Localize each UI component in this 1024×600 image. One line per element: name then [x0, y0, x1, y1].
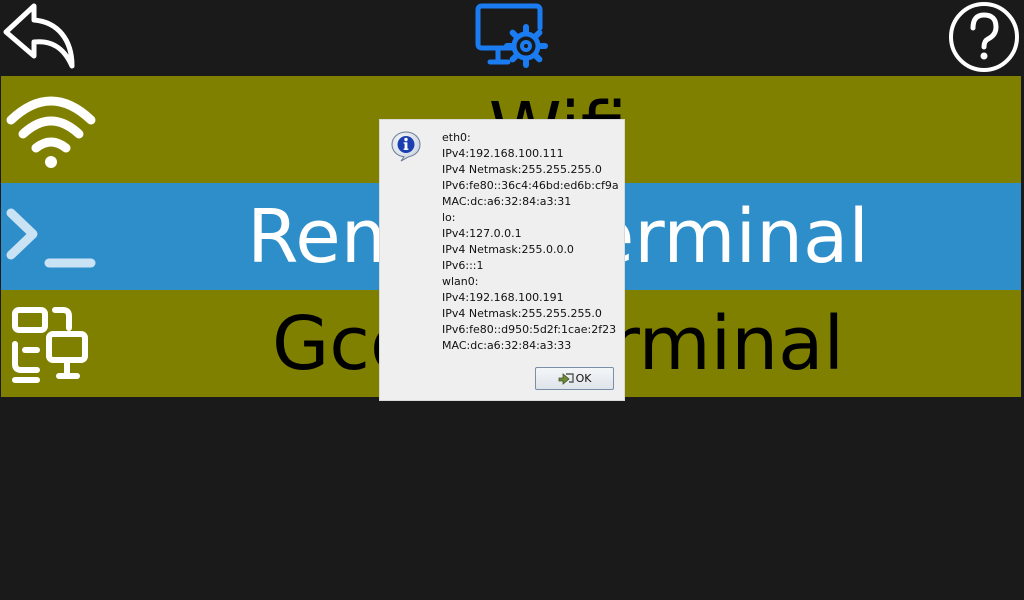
- info-icon: [390, 130, 422, 162]
- ok-button[interactable]: OK: [535, 367, 614, 390]
- info-line: eth0:: [442, 131, 471, 144]
- info-line: lo:: [442, 211, 456, 224]
- back-button[interactable]: [0, 0, 80, 72]
- back-arrow-icon: [3, 3, 75, 69]
- info-line: IPv4 Netmask:255.255.255.0: [442, 163, 602, 176]
- top-bar: [0, 0, 1024, 76]
- info-line: MAC:dc:a6:32:84:a3:31: [442, 195, 572, 208]
- help-circle-icon: [949, 2, 1019, 72]
- info-line: IPv4:192.168.100.191: [442, 291, 564, 304]
- help-button[interactable]: [946, 0, 1024, 74]
- info-line: IPv6:::1: [442, 259, 484, 272]
- network-info-text: eth0: IPv4:192.168.100.111 IPv4 Netmask:…: [442, 130, 624, 354]
- network-info-dialog: eth0: IPv4:192.168.100.111 IPv4 Netmask:…: [379, 119, 625, 401]
- info-line: IPv4 Netmask:255.255.255.0: [442, 307, 602, 320]
- ok-button-label: OK: [575, 372, 592, 385]
- info-line: wlan0:: [442, 275, 479, 288]
- monitor-settings-icon: [474, 2, 550, 70]
- info-line: IPv4:127.0.0.1: [442, 227, 522, 240]
- info-line: IPv6:fe80::d950:5d2f:1cae:2f23: [442, 323, 617, 336]
- info-line: MAC:dc:a6:32:84:a3:33: [442, 339, 572, 352]
- check-arrow-icon: [558, 372, 574, 385]
- info-line: IPv6:fe80::36c4:46bd:ed6b:cf9a: [442, 179, 619, 192]
- info-line: IPv4:192.168.100.111: [442, 147, 564, 160]
- info-line: IPv4 Netmask:255.0.0.0: [442, 243, 574, 256]
- screen: Wifi Remote Terminal: [0, 0, 1024, 600]
